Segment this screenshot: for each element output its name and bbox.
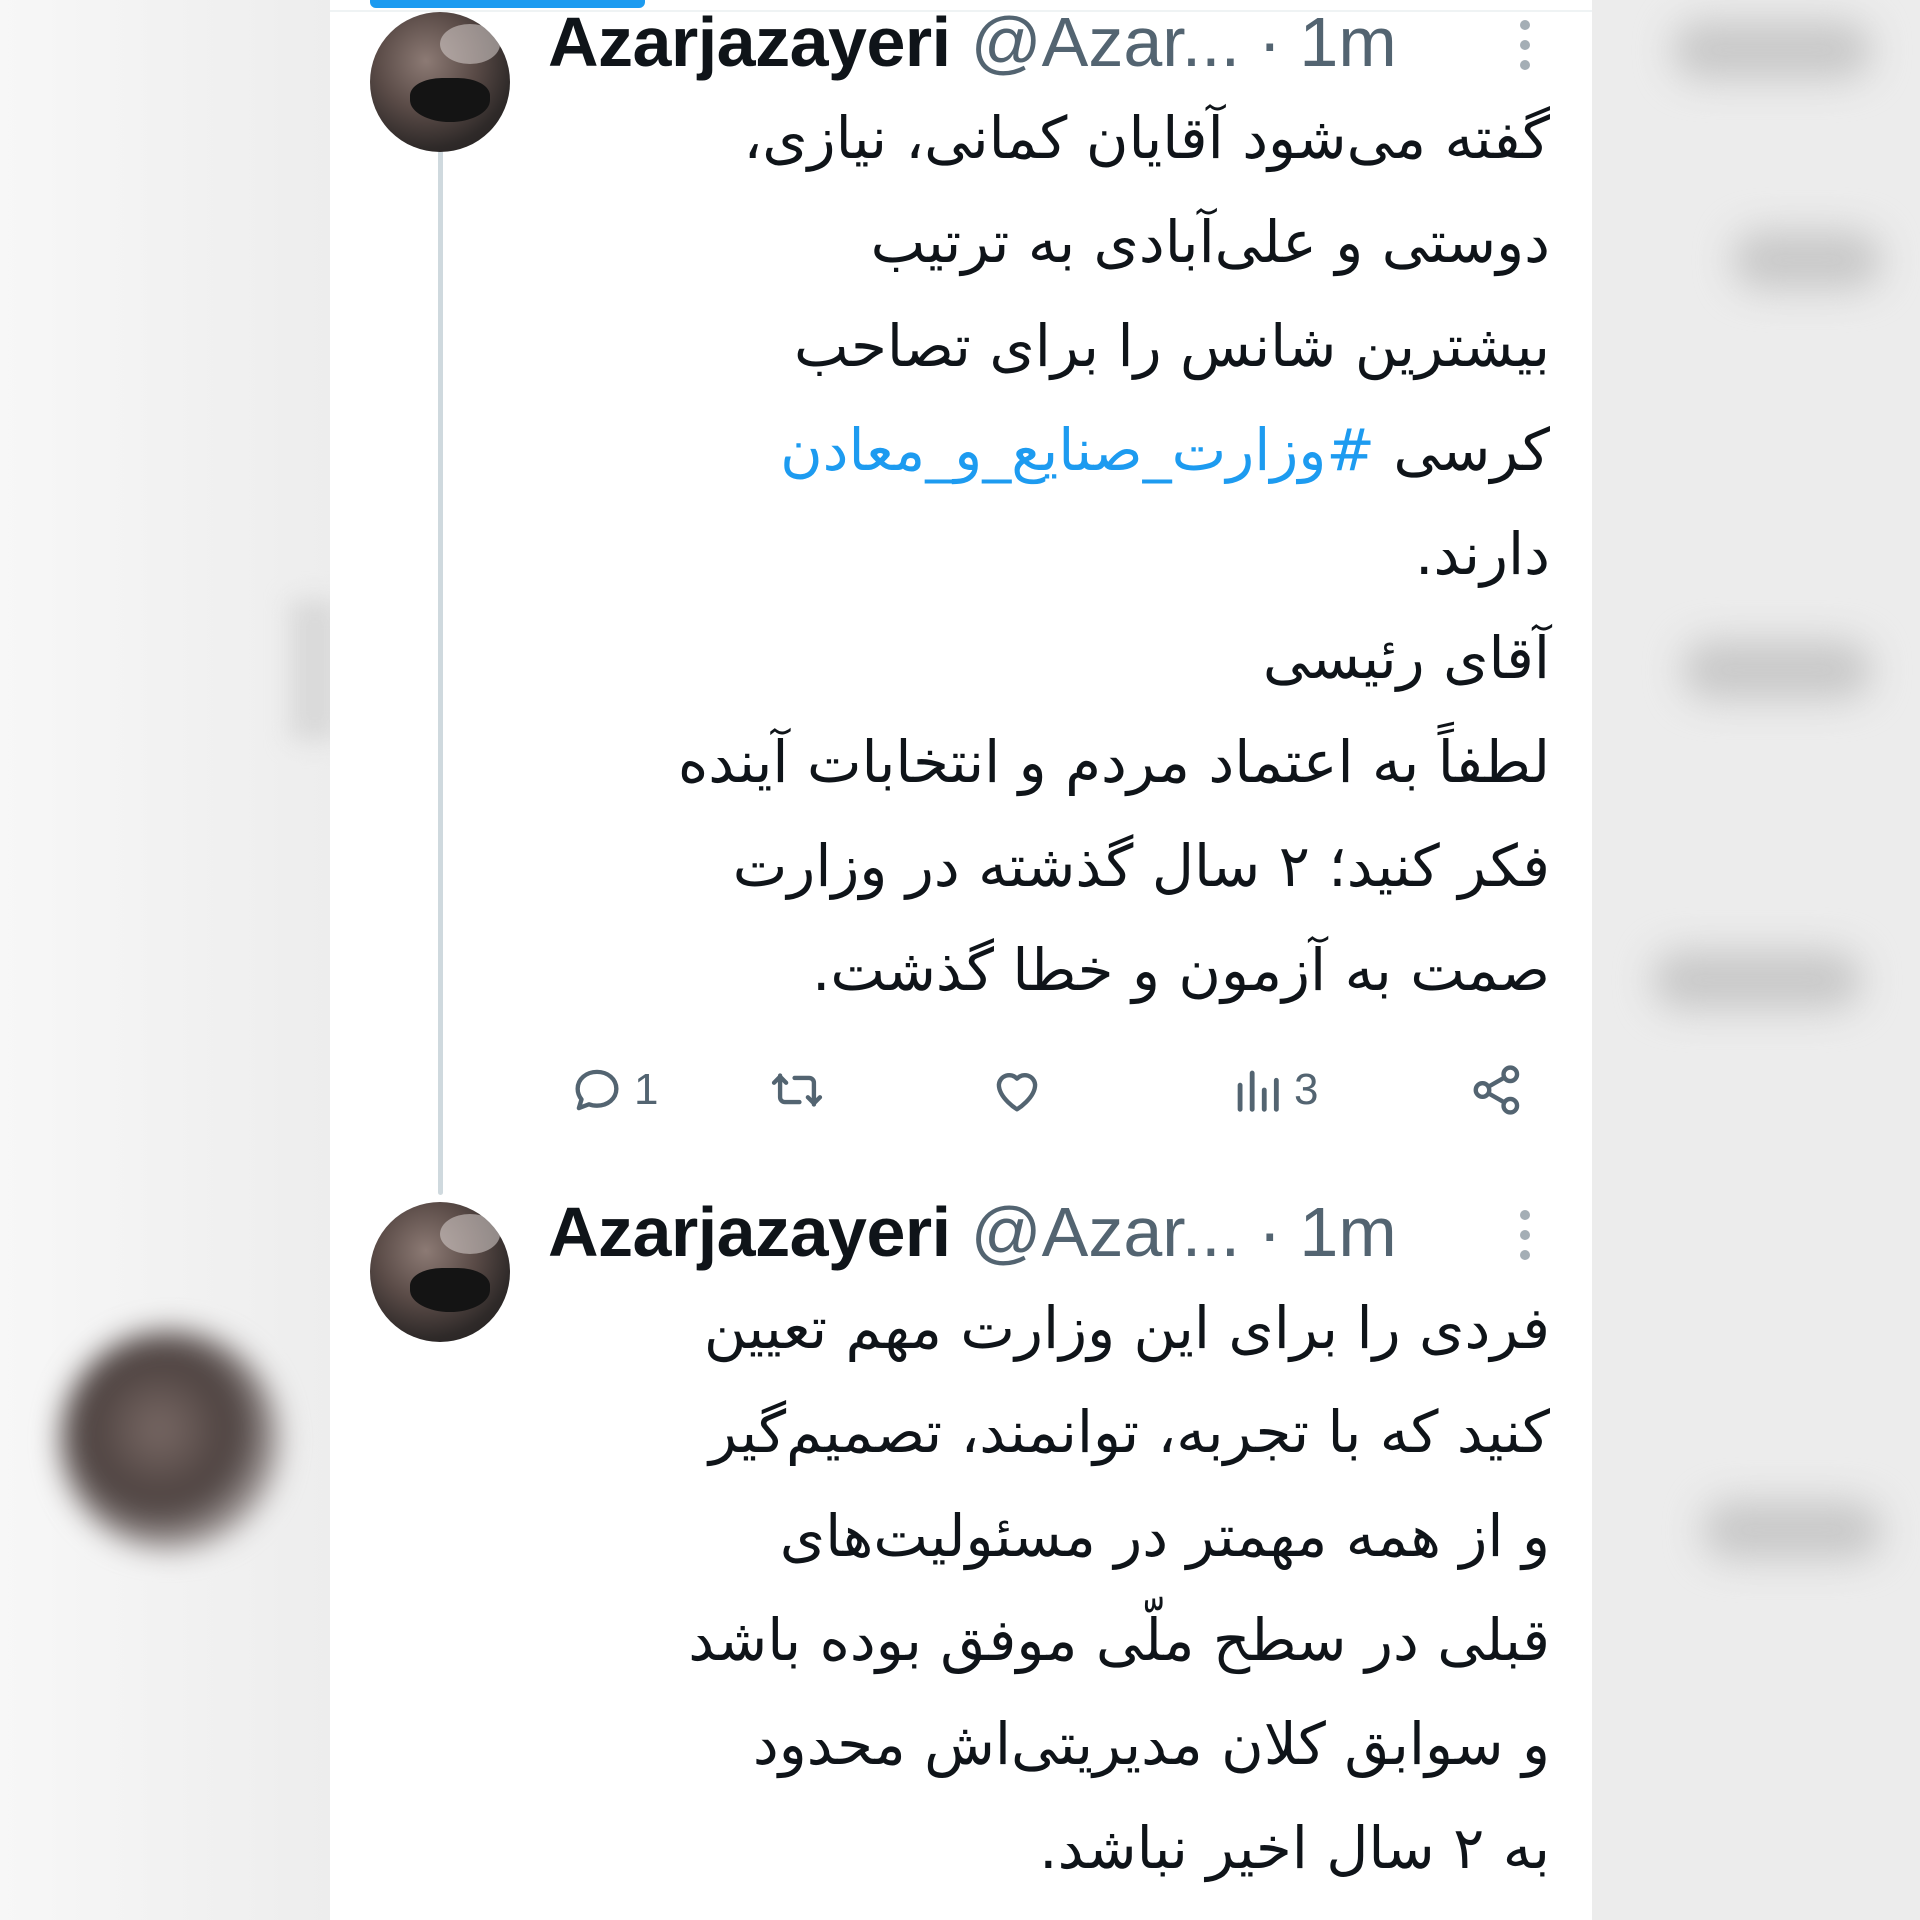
tweet-text-line: قبلی در سطح ملّی موفق بوده باشد <box>688 1606 1550 1674</box>
separator-dot: · <box>1258 3 1282 81</box>
tweet-text-line: گفته می‌شود آقایان کمانی، نیازی، <box>743 104 1550 172</box>
blurred-shape <box>1682 640 1872 700</box>
reply-icon <box>575 1069 619 1111</box>
tweet-text: گفته می‌شود آقایان کمانی، نیازی، دوستی و… <box>548 86 1550 1022</box>
tweet-text-segment: کرسی <box>1375 416 1550 484</box>
retweet-icon <box>771 1073 823 1107</box>
tweet-text-line: صمت به آزمون و خطا گذشت. <box>811 936 1550 1004</box>
avatar-highlight <box>440 24 500 64</box>
user-handle[interactable]: @Azar... <box>971 0 1240 84</box>
tweet-text: فردی را برای این وزارت مهم تعیین کنید که… <box>548 1276 1550 1900</box>
timestamp[interactable]: 1m <box>1299 1190 1396 1274</box>
more-vertical-icon[interactable] <box>1515 20 1535 70</box>
tweet-text-line: آقای رئیسی <box>1262 624 1550 692</box>
tweet-header: Azarjazayeri @Azar... · 1m <box>548 1190 1558 1274</box>
display-name[interactable]: Azarjazayeri <box>548 1190 951 1274</box>
heart-icon <box>996 1073 1038 1112</box>
more-vertical-icon[interactable] <box>1515 1210 1535 1260</box>
tweet-text-line: لطفاً به اعتماد مردم و انتخابات آینده <box>677 728 1550 796</box>
tweet-text-line: و از همه مهمتر در مسئولیت‌های <box>779 1502 1550 1570</box>
tweet-text-line: دارند. <box>1415 520 1550 588</box>
blurred-shape <box>1672 20 1872 80</box>
tweet-text-line: فکر کنید؛ ۲ سال گذشته در وزارت <box>732 832 1550 900</box>
avatar-highlight <box>440 1214 500 1254</box>
display-name[interactable]: Azarjazayeri <box>548 0 951 84</box>
blurred-shape <box>1652 950 1862 1010</box>
views-icon <box>1237 1070 1279 1112</box>
avatar[interactable] <box>370 12 510 152</box>
blurred-background-left <box>0 0 330 1920</box>
reply-button[interactable]: 1 <box>568 1060 658 1120</box>
tweet-text-line: فردی را برای این وزارت مهم تعیین <box>703 1294 1550 1362</box>
reply-count: 1 <box>634 1065 659 1114</box>
retweet-button[interactable] <box>768 1060 826 1120</box>
views-count: 3 <box>1294 1065 1319 1114</box>
share-icon <box>1473 1065 1520 1115</box>
avatar-mask-shape <box>410 1268 490 1312</box>
blurred-shape <box>1732 230 1882 290</box>
tweet-text-line: دوستی و علی‌آبادی به ترتیب <box>870 208 1550 276</box>
share-button[interactable] <box>1468 1060 1526 1120</box>
tweet-text-line: و سوابق کلان مدیریتی‌اش محدود <box>752 1710 1550 1778</box>
tweet-text-line: بیشترین شانس را برای تصاحب <box>794 312 1550 380</box>
separator-dot: · <box>1258 1193 1282 1271</box>
views-button[interactable]: 3 <box>1228 1060 1318 1120</box>
tweet-text-line: کنید که با تجربه، توانمند، تصمیم‌گیر <box>708 1398 1550 1466</box>
blurred-background-avatar <box>60 1330 280 1550</box>
avatar-mask-shape <box>410 78 490 122</box>
like-button[interactable] <box>988 1060 1046 1120</box>
user-handle[interactable]: @Azar... <box>971 1190 1240 1274</box>
tweet-text-line: به ۲ سال اخیر نباشد. <box>1039 1814 1550 1882</box>
tweet-text-line: کرسی #وزارت_صنایع_و_معادن <box>548 398 1550 502</box>
blurred-shape <box>1702 1500 1882 1560</box>
thread-connector-line <box>438 150 443 1195</box>
tweet-thread-card: Azarjazayeri @Azar... · 1m گفته می‌شود آ… <box>330 0 1592 1920</box>
tweet-header: Azarjazayeri @Azar... · 1m <box>548 0 1558 84</box>
hashtag-link[interactable]: #وزارت_صنایع_و_معادن <box>780 416 1375 484</box>
avatar[interactable] <box>370 1202 510 1342</box>
timestamp[interactable]: 1m <box>1299 0 1396 84</box>
tweet-actions: 1 3 <box>548 1040 1558 1140</box>
blurred-background-right <box>1592 0 1920 1920</box>
